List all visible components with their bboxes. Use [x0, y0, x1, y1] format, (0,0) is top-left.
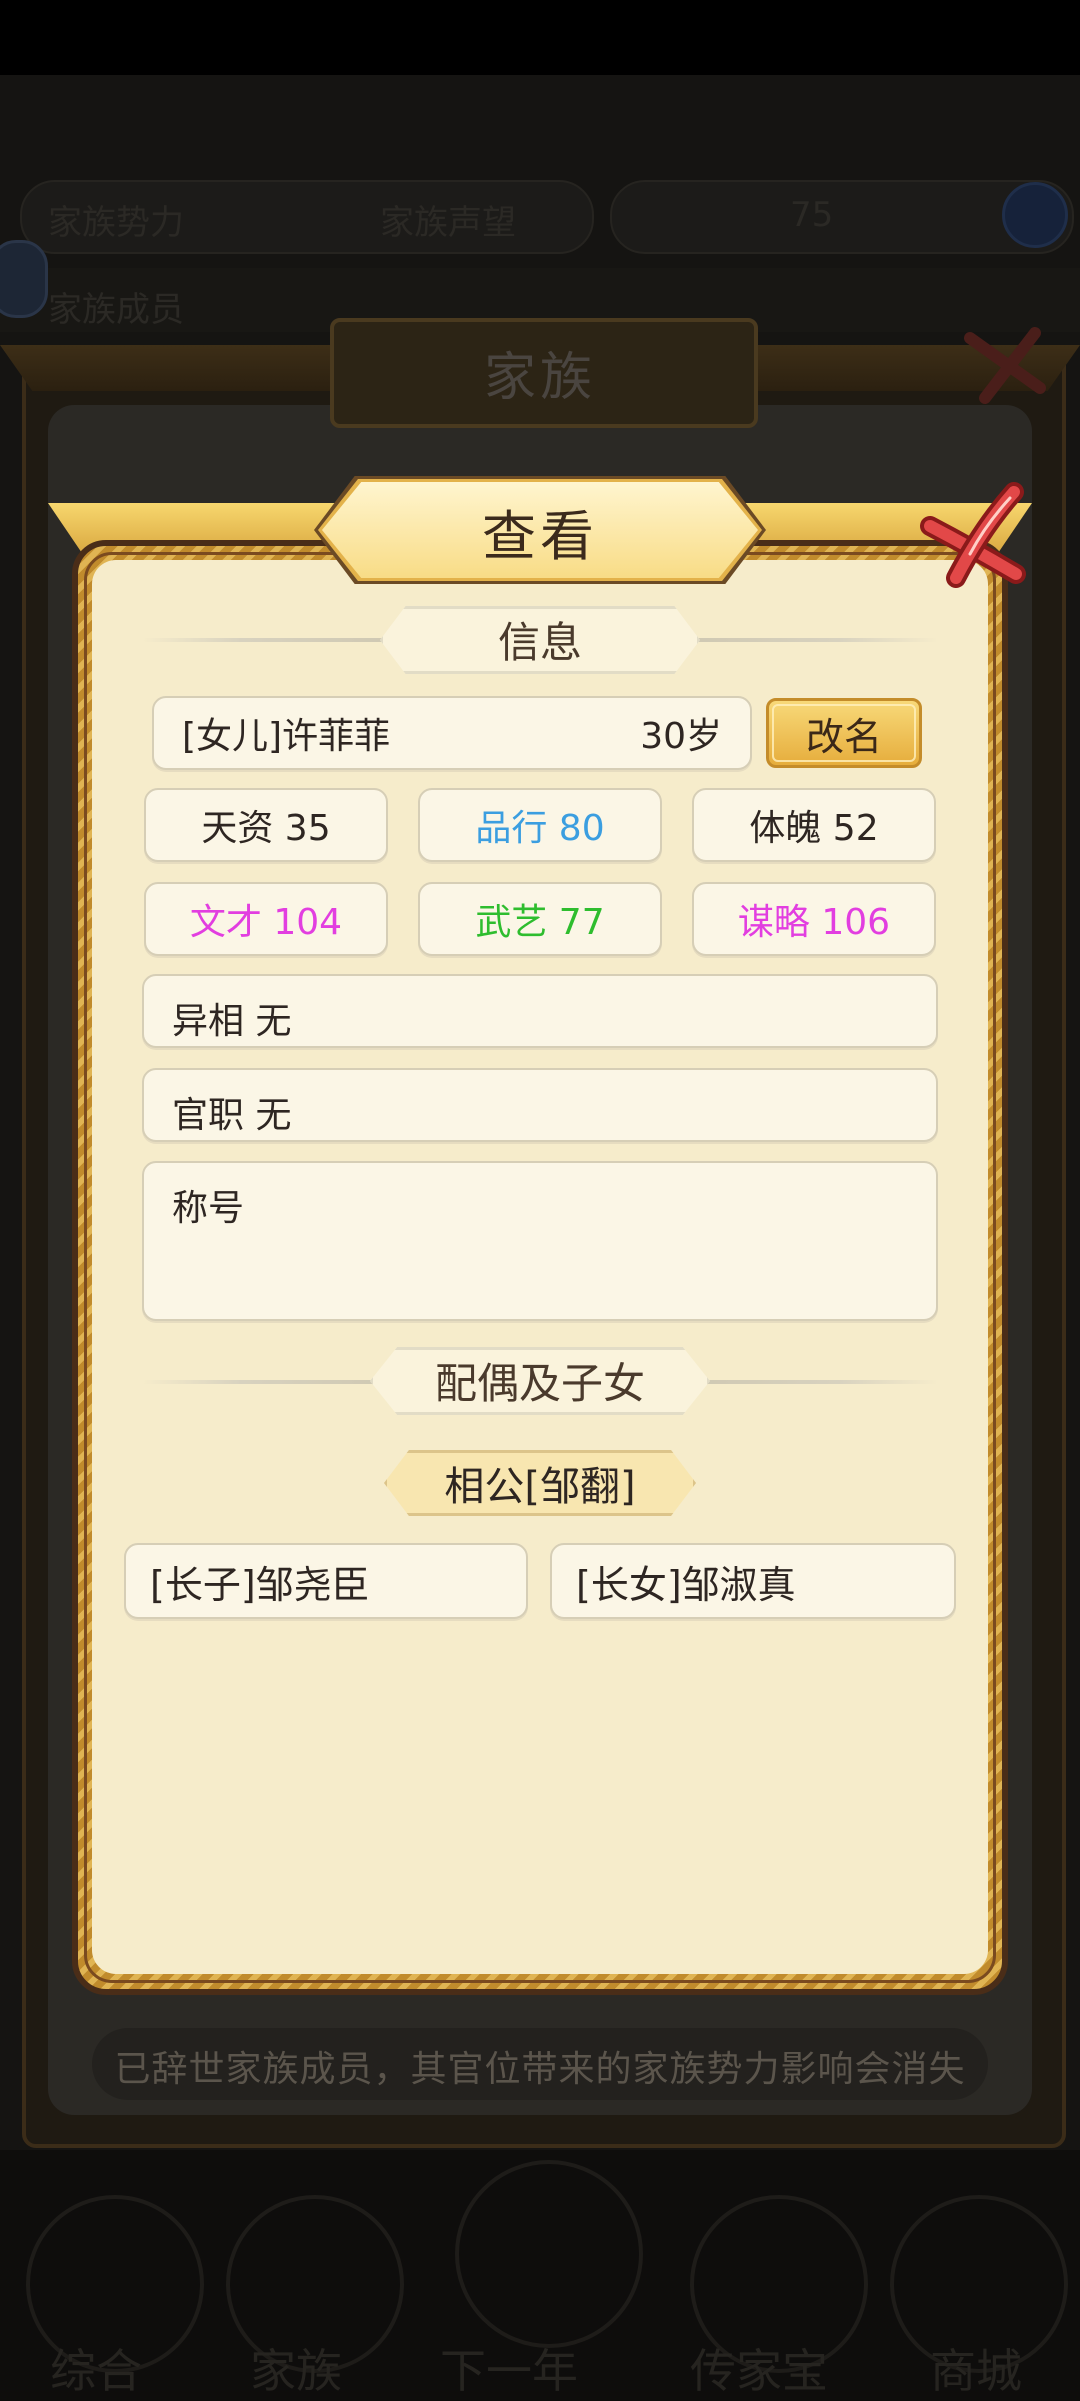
close-icon[interactable] — [912, 478, 1032, 588]
stat-strategy: 谋略 106 — [692, 882, 936, 956]
bg-resource-label: 家族势力 — [48, 203, 184, 243]
family-divider-right — [688, 1380, 938, 1384]
official-post-field: 官职 无 — [142, 1068, 938, 1142]
family-divider-left — [142, 1380, 392, 1384]
spouse-button[interactable]: 相公[邹翻] — [384, 1450, 696, 1516]
status-bar — [0, 0, 1080, 75]
stat-physique: 体魄 52 — [692, 788, 936, 862]
help-icon — [1002, 182, 1068, 248]
nav-label-shop: 商城 — [930, 2344, 1022, 2398]
family-dialog-title: 家族 — [483, 348, 596, 408]
bg-reputation-label: 家族声望 — [380, 203, 516, 243]
nav-label-overview: 综合 — [50, 2344, 142, 2398]
nav-label-heirloom: 传家宝 — [690, 2344, 828, 2398]
rename-button-inlay — [772, 704, 916, 762]
child-eldest-daughter[interactable]: [长女]邹淑真 — [550, 1543, 956, 1619]
stat-literary: 文才 104 — [144, 882, 388, 956]
stat-conduct: 品行 80 — [418, 788, 662, 862]
member-name: [女儿]许菲菲 — [182, 716, 391, 757]
nav-label-family: 家族 — [250, 2344, 342, 2398]
bg-members-label: 家族成员 — [48, 290, 184, 330]
member-name-field: [女儿]许菲菲 30岁 — [152, 696, 752, 770]
family-notice-text: 已辞世家族成员，其官位带来的家族势力影响会消失 — [114, 2049, 966, 2090]
child-eldest-son[interactable]: [长子]邹尧臣 — [124, 1543, 528, 1619]
stat-talent: 天资 35 — [144, 788, 388, 862]
bg-resource-value: 75 — [790, 195, 834, 235]
chat-bubble-icon — [0, 240, 48, 318]
info-divider-right — [688, 638, 938, 642]
family-section-title: 配偶及子女 — [370, 1347, 710, 1415]
appearance-field: 异相 无 — [142, 974, 938, 1048]
stat-martial: 武艺 77 — [418, 882, 662, 956]
info-divider-left — [142, 638, 392, 642]
info-section-title: 信息 — [380, 606, 700, 674]
nav-label-next-year: 下一年 — [440, 2344, 578, 2398]
nav-icon-next-year — [455, 2160, 643, 2348]
family-dialog-close-icon — [964, 327, 1046, 404]
view-dialog-title: 查看 — [482, 505, 598, 568]
member-age: 30岁 — [640, 716, 722, 757]
title-field: 称号 — [142, 1161, 938, 1321]
